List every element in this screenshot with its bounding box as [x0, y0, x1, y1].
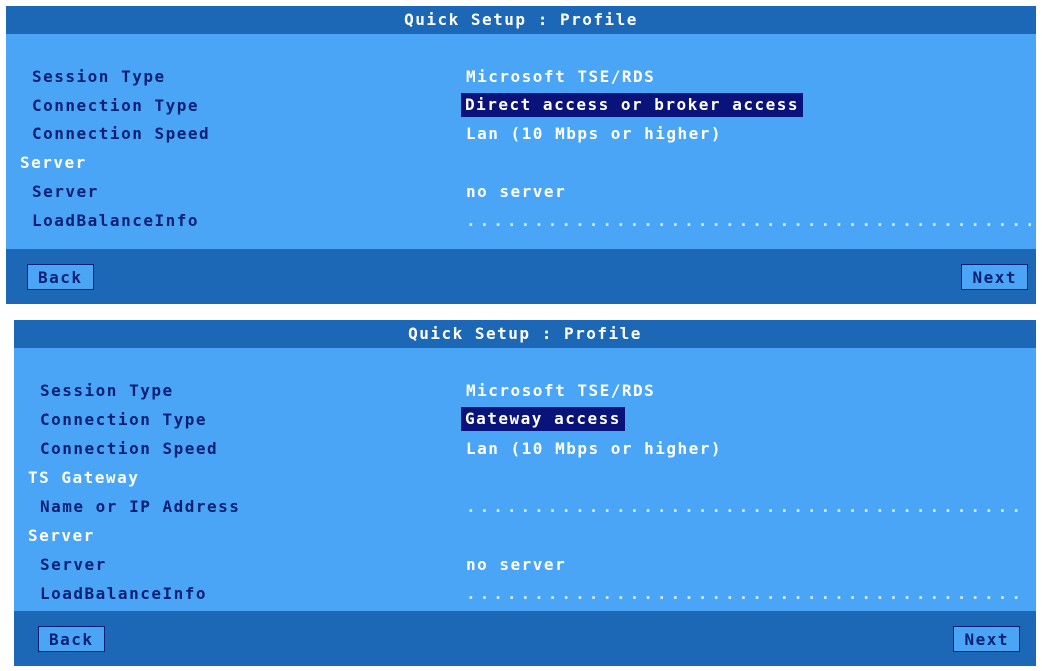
- setup-panel-direct: Quick Setup : Profile Session Type Micro…: [6, 6, 1036, 304]
- connection-type-value[interactable]: Direct access or broker access: [461, 93, 803, 117]
- gateway-name-label: Name or IP Address: [40, 497, 241, 516]
- session-type-label: Session Type: [40, 381, 174, 400]
- panel-title: Quick Setup : Profile: [14, 320, 1036, 348]
- next-button[interactable]: Next: [953, 626, 1020, 652]
- ts-gateway-section-header: TS Gateway: [28, 468, 140, 487]
- setup-panel-gateway: Quick Setup : Profile Session Type Micro…: [14, 320, 1036, 666]
- server-label: Server: [32, 182, 99, 201]
- connection-type-label: Connection Type: [40, 410, 207, 429]
- session-type-value[interactable]: Microsoft TSE/RDS: [466, 65, 655, 89]
- connection-type-label: Connection Type: [32, 96, 199, 115]
- server-section-header: Server: [20, 153, 87, 172]
- back-button[interactable]: Back: [38, 626, 105, 652]
- gateway-name-input[interactable]: ........................................…: [466, 495, 1026, 519]
- server-section-header: Server: [28, 526, 95, 545]
- panel-footer: Back Next: [6, 249, 1036, 304]
- loadbalanceinfo-input[interactable]: ........................................…: [466, 582, 1026, 606]
- panel-title: Quick Setup : Profile: [6, 6, 1036, 34]
- back-button[interactable]: Back: [27, 264, 94, 290]
- connection-speed-value[interactable]: Lan (10 Mbps or higher): [466, 122, 722, 146]
- loadbalanceinfo-label: LoadBalanceInfo: [32, 211, 199, 230]
- loadbalanceinfo-input[interactable]: ........................................…: [466, 209, 1031, 233]
- connection-type-select[interactable]: Direct access or broker access: [461, 93, 803, 117]
- session-type-label: Session Type: [32, 67, 166, 86]
- connection-speed-label: Connection Speed: [32, 124, 211, 143]
- server-value[interactable]: no server: [466, 180, 566, 204]
- loadbalanceinfo-label: LoadBalanceInfo: [40, 584, 207, 603]
- next-button[interactable]: Next: [961, 264, 1028, 290]
- server-value[interactable]: no server: [466, 553, 566, 577]
- session-type-value[interactable]: Microsoft TSE/RDS: [466, 379, 655, 403]
- connection-speed-value[interactable]: Lan (10 Mbps or higher): [466, 437, 722, 461]
- server-label: Server: [40, 555, 107, 574]
- connection-type-value[interactable]: Gateway access: [461, 407, 625, 431]
- connection-speed-label: Connection Speed: [40, 439, 219, 458]
- panel-footer: Back Next: [14, 611, 1036, 666]
- connection-type-select[interactable]: Gateway access: [461, 407, 625, 431]
